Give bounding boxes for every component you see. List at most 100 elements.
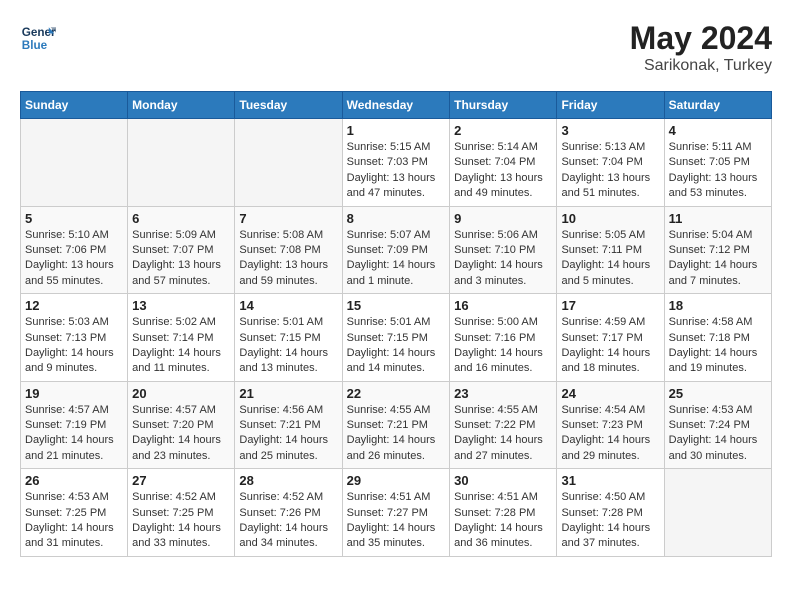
calendar-cell: 23 Sunrise: 4:55 AMSunset: 7:22 PMDayligh… [450,381,557,469]
weekday-header-saturday: Saturday [664,92,771,119]
day-info: Sunrise: 5:13 AMSunset: 7:04 PMDaylight:… [561,140,659,202]
calendar-cell: 28 Sunrise: 4:52 AMSunset: 7:26 PMDayligh… [235,469,342,557]
calendar-cell: 17Sunrise: 4:59 AMSunset: 7:17 PMDayligh… [557,294,664,382]
calendar-week-5: 26Sunrise: 4:53 AMSunset: 7:25 PMDayligh… [21,469,772,557]
day-info: Sunrise: 4:55 AMSunset: 7:22 PMDaylight:… [454,403,552,465]
day-info: Sunrise: 5:09 AMSunset: 7:07 PMDaylight:… [132,228,230,290]
day-number: 19 [25,386,123,401]
day-number: 22 [347,386,446,401]
calendar-cell: 31Sunrise: 4:50 AMSunset: 7:28 PMDayligh… [557,469,664,557]
calendar-cell: 21 Sunrise: 4:56 AMSunset: 7:21 PMDayligh… [235,381,342,469]
day-info: Sunrise: 4:55 AMSunset: 7:21 PMDaylight:… [347,403,446,465]
calendar-cell: 25 Sunrise: 4:53 AMSunset: 7:24 PMDayligh… [664,381,771,469]
day-info: Sunrise: 4:51 AMSunset: 7:28 PMDaylight:… [454,490,552,552]
day-info: Sunrise: 5:02 AMSunset: 7:14 PMDaylight:… [132,315,230,377]
weekday-header-wednesday: Wednesday [342,92,450,119]
day-info: Sunrise: 4:57 AMSunset: 7:20 PMDaylight:… [132,403,230,465]
calendar-cell: 7 Sunrise: 5:08 AMSunset: 7:08 PMDaylight… [235,206,342,294]
day-info: Sunrise: 5:01 AMSunset: 7:15 PMDaylight:… [239,315,337,377]
day-number: 24 [561,386,659,401]
day-info: Sunrise: 4:57 AMSunset: 7:19 PMDaylight:… [25,403,123,465]
calendar-cell: 16 Sunrise: 5:00 AMSunset: 7:16 PMDayligh… [450,294,557,382]
day-number: 7 [239,211,337,226]
weekday-header-tuesday: Tuesday [235,92,342,119]
day-info: Sunrise: 4:59 AMSunset: 7:17 PMDaylight:… [561,315,659,377]
calendar-cell: 12 Sunrise: 5:03 AMSunset: 7:13 PMDayligh… [21,294,128,382]
calendar-cell: 18 Sunrise: 4:58 AMSunset: 7:18 PMDayligh… [664,294,771,382]
day-number: 11 [669,211,767,226]
day-number: 2 [454,123,552,138]
day-number: 29 [347,473,446,488]
day-number: 14 [239,298,337,313]
calendar-cell [128,119,235,207]
weekday-header-row: SundayMondayTuesdayWednesdayThursdayFrid… [21,92,772,119]
day-info: Sunrise: 5:14 AMSunset: 7:04 PMDaylight:… [454,140,552,202]
day-info: Sunrise: 4:56 AMSunset: 7:21 PMDaylight:… [239,403,337,465]
calendar-cell: 22 Sunrise: 4:55 AMSunset: 7:21 PMDayligh… [342,381,450,469]
day-info: Sunrise: 4:52 AMSunset: 7:26 PMDaylight:… [239,490,337,552]
calendar-cell: 30 Sunrise: 4:51 AMSunset: 7:28 PMDayligh… [450,469,557,557]
day-info: Sunrise: 5:00 AMSunset: 7:16 PMDaylight:… [454,315,552,377]
day-info: Sunrise: 4:52 AMSunset: 7:25 PMDaylight:… [132,490,230,552]
day-number: 18 [669,298,767,313]
logo: General Blue [20,20,60,56]
day-number: 25 [669,386,767,401]
month-year: May 2024 [630,20,772,57]
calendar-cell: 5Sunrise: 5:10 AMSunset: 7:06 PMDaylight… [21,206,128,294]
day-number: 8 [347,211,446,226]
calendar-week-2: 5Sunrise: 5:10 AMSunset: 7:06 PMDaylight… [21,206,772,294]
calendar-cell: 29 Sunrise: 4:51 AMSunset: 7:27 PMDayligh… [342,469,450,557]
day-number: 3 [561,123,659,138]
calendar-header: SundayMondayTuesdayWednesdayThursdayFrid… [21,92,772,119]
calendar-cell: 6 Sunrise: 5:09 AMSunset: 7:07 PMDaylight… [128,206,235,294]
day-info: Sunrise: 4:51 AMSunset: 7:27 PMDaylight:… [347,490,446,552]
calendar-cell [21,119,128,207]
day-number: 1 [347,123,446,138]
day-info: Sunrise: 5:15 AMSunset: 7:03 PMDaylight:… [347,140,446,202]
calendar-cell: 24 Sunrise: 4:54 AMSunset: 7:23 PMDayligh… [557,381,664,469]
logo-icon: General Blue [20,20,56,56]
day-number: 28 [239,473,337,488]
day-number: 10 [561,211,659,226]
day-number: 6 [132,211,230,226]
calendar-cell: 14 Sunrise: 5:01 AMSunset: 7:15 PMDayligh… [235,294,342,382]
day-info: Sunrise: 5:11 AMSunset: 7:05 PMDaylight:… [669,140,767,202]
day-number: 12 [25,298,123,313]
day-number: 21 [239,386,337,401]
day-info: Sunrise: 5:05 AMSunset: 7:11 PMDaylight:… [561,228,659,290]
location: Sarikonak, Turkey [630,57,772,75]
day-info: Sunrise: 5:07 AMSunset: 7:09 PMDaylight:… [347,228,446,290]
calendar-cell: 27 Sunrise: 4:52 AMSunset: 7:25 PMDayligh… [128,469,235,557]
day-number: 26 [25,473,123,488]
calendar-cell: 3 Sunrise: 5:13 AMSunset: 7:04 PMDaylight… [557,119,664,207]
day-info: Sunrise: 5:03 AMSunset: 7:13 PMDaylight:… [25,315,123,377]
title-area: May 2024 Sarikonak, Turkey [630,20,772,75]
calendar: SundayMondayTuesdayWednesdayThursdayFrid… [20,91,772,557]
day-number: 16 [454,298,552,313]
calendar-cell: 20Sunrise: 4:57 AMSunset: 7:20 PMDayligh… [128,381,235,469]
day-info: Sunrise: 5:06 AMSunset: 7:10 PMDaylight:… [454,228,552,290]
calendar-cell: 11 Sunrise: 5:04 AMSunset: 7:12 PMDayligh… [664,206,771,294]
day-info: Sunrise: 5:04 AMSunset: 7:12 PMDaylight:… [669,228,767,290]
day-info: Sunrise: 5:08 AMSunset: 7:08 PMDaylight:… [239,228,337,290]
day-number: 23 [454,386,552,401]
day-info: Sunrise: 4:58 AMSunset: 7:18 PMDaylight:… [669,315,767,377]
day-number: 30 [454,473,552,488]
weekday-header-monday: Monday [128,92,235,119]
day-info: Sunrise: 4:53 AMSunset: 7:24 PMDaylight:… [669,403,767,465]
calendar-body: 1 Sunrise: 5:15 AMSunset: 7:03 PMDaylight… [21,119,772,557]
header: General Blue May 2024 Sarikonak, Turkey [20,20,772,75]
day-info: Sunrise: 4:54 AMSunset: 7:23 PMDaylight:… [561,403,659,465]
day-number: 27 [132,473,230,488]
calendar-cell [664,469,771,557]
svg-text:Blue: Blue [22,39,48,52]
calendar-week-1: 1 Sunrise: 5:15 AMSunset: 7:03 PMDaylight… [21,119,772,207]
day-number: 15 [347,298,446,313]
day-number: 9 [454,211,552,226]
day-number: 31 [561,473,659,488]
calendar-cell: 10 Sunrise: 5:05 AMSunset: 7:11 PMDayligh… [557,206,664,294]
day-number: 4 [669,123,767,138]
calendar-week-3: 12 Sunrise: 5:03 AMSunset: 7:13 PMDayligh… [21,294,772,382]
calendar-cell: 9 Sunrise: 5:06 AMSunset: 7:10 PMDaylight… [450,206,557,294]
weekday-header-thursday: Thursday [450,92,557,119]
